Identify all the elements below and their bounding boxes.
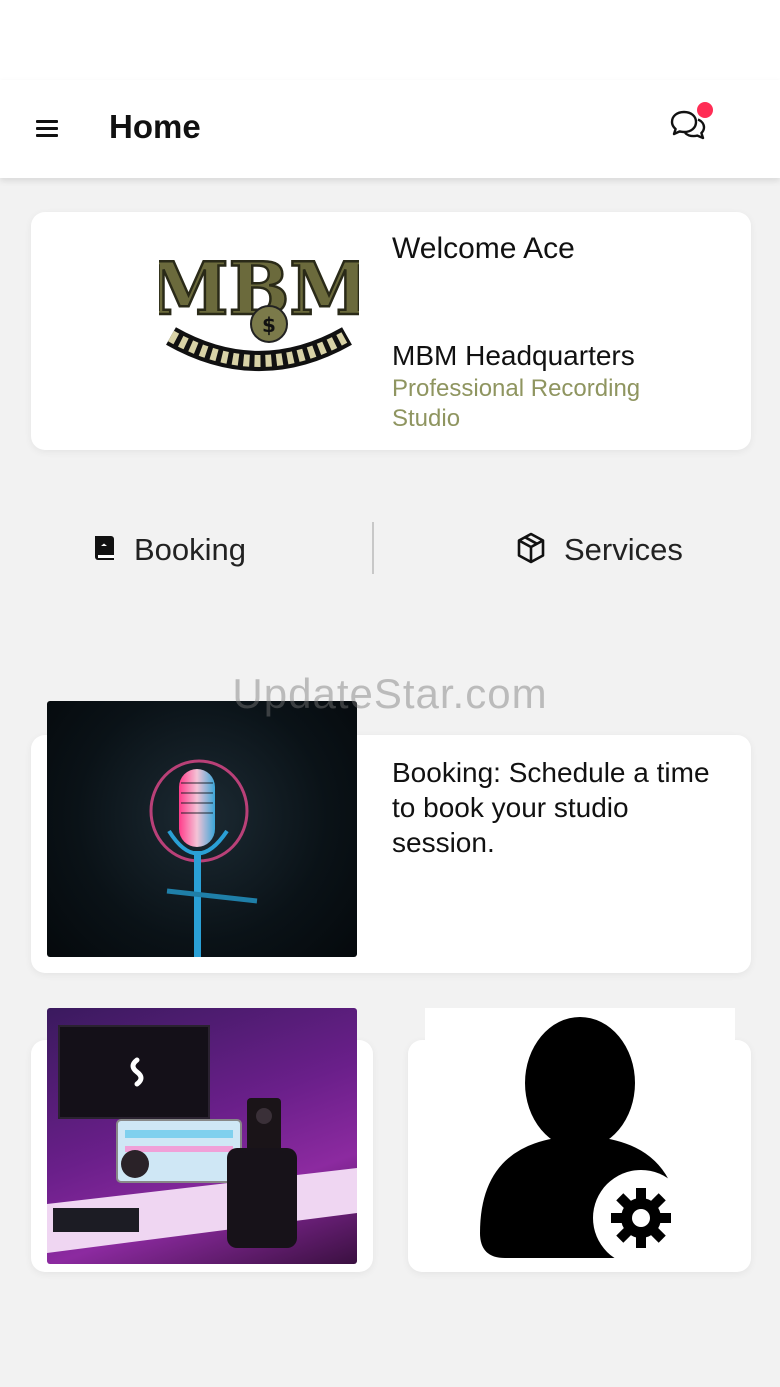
svg-text:$: $ [262, 313, 276, 337]
welcome-greeting: Welcome Ace [392, 232, 575, 265]
user-settings-icon[interactable] [425, 1008, 735, 1266]
book-icon [92, 534, 118, 567]
services-nav-button[interactable]: Services [514, 528, 683, 572]
booking-description: Booking: Schedule a time to book your st… [392, 757, 710, 858]
welcome-card: MBM $ Welcome Ace MBM Headquarters Profe… [31, 212, 751, 450]
page-title: Home [109, 108, 201, 145]
nav-divider [372, 522, 374, 574]
studio-microphone-photo [47, 701, 357, 957]
notification-dot [697, 102, 713, 118]
booking-nav-button[interactable]: Booking [92, 528, 246, 572]
studio-subtitle: Professional Recording Studio [392, 375, 641, 432]
app-bar: Home [0, 80, 780, 178]
watermark: UpdateStar.com [232, 670, 548, 717]
studio-name: MBM Headquarters [392, 340, 635, 371]
mbm-logo: MBM $ [148, 236, 370, 396]
studio-workstation-photo [47, 1008, 357, 1264]
hamburger-menu-icon[interactable] [36, 118, 60, 140]
status-bar [0, 0, 780, 80]
services-nav-label: Services [564, 532, 683, 567]
package-box-icon [514, 531, 548, 570]
quick-nav: Booking Services [0, 520, 780, 580]
booking-nav-label: Booking [134, 532, 247, 567]
